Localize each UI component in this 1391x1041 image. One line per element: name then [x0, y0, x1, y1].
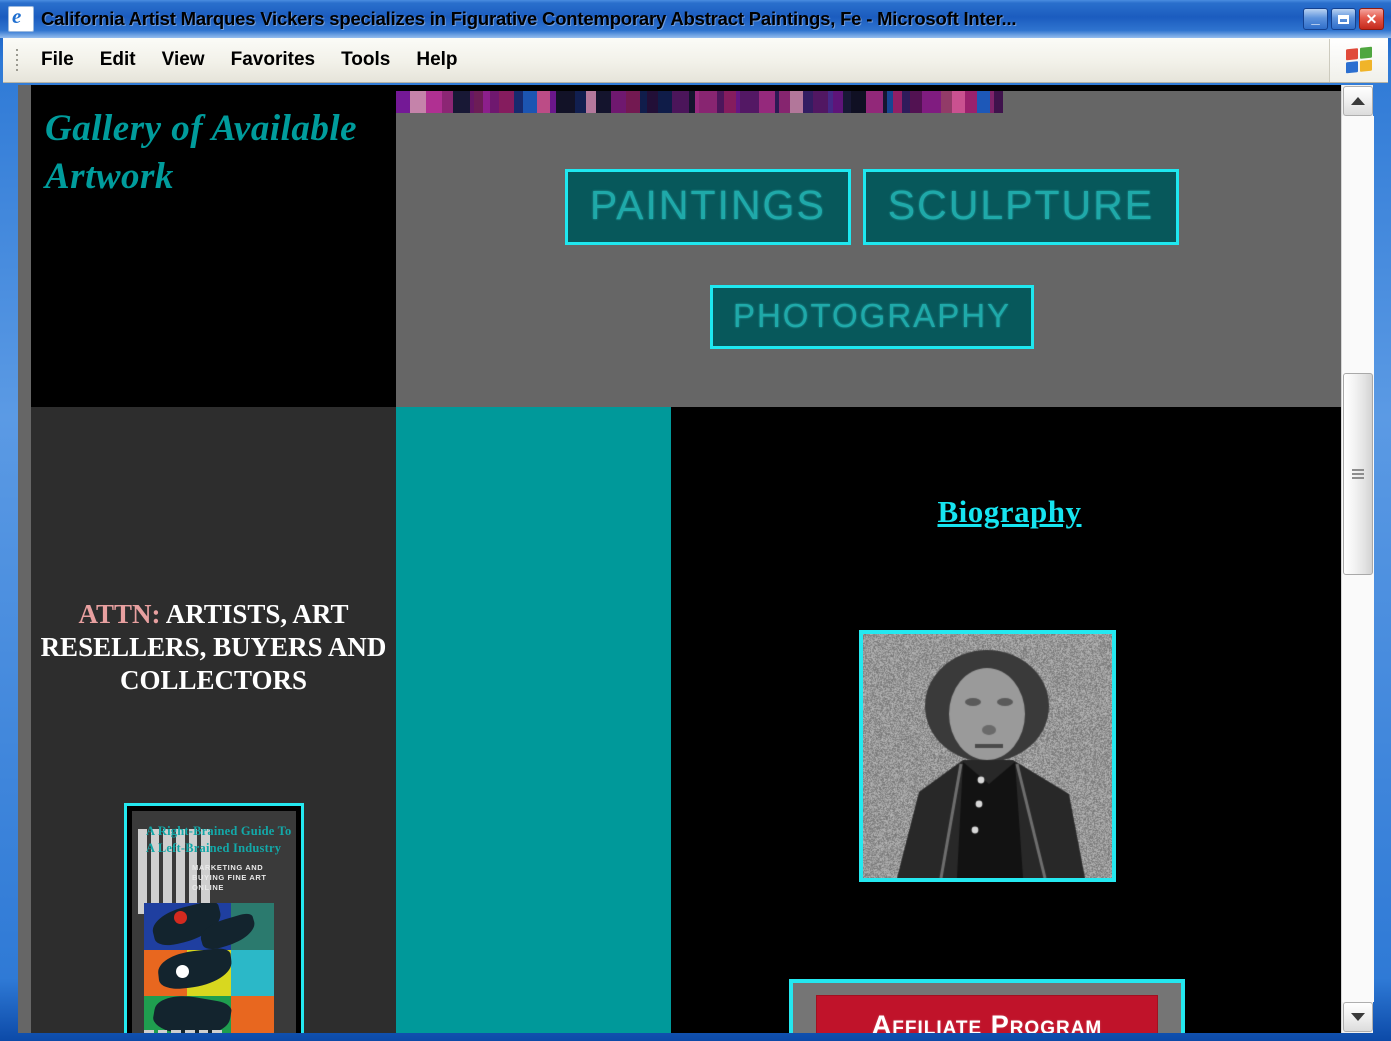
nav-button-paintings[interactable]: PAINTINGS — [565, 169, 851, 245]
lower-columns: ATTN: ARTISTS, ART RESELLERS, BUYERS AND… — [31, 407, 1348, 1033]
window-controls: _ ✕ — [1303, 8, 1391, 30]
close-icon: ✕ — [1360, 9, 1383, 29]
menu-item-tools[interactable]: Tools — [328, 46, 403, 74]
close-button[interactable]: ✕ — [1359, 8, 1384, 30]
title-bar: California Artist Marques Vickers specia… — [0, 0, 1391, 38]
nav-button-photography[interactable]: PHOTOGRAPHY — [710, 285, 1034, 349]
menu-item-help[interactable]: Help — [403, 46, 470, 74]
biography-section: Biography — [671, 494, 1348, 530]
gallery-heading-panel: Gallery of Available Artwork — [31, 91, 396, 407]
biography-link[interactable]: Biography — [937, 494, 1081, 529]
chevron-down-icon — [1351, 1013, 1365, 1021]
secondary-nav-row: PHOTOGRAPHY — [396, 285, 1348, 349]
book-cover-artwork — [144, 903, 274, 1033]
internet-explorer-icon — [8, 6, 34, 32]
attn-notice: ATTN: ARTISTS, ART RESELLERS, BUYERS AND… — [31, 598, 396, 697]
chevron-up-icon — [1351, 97, 1365, 105]
scrollbar-thumb[interactable] — [1343, 373, 1373, 575]
page-viewport: Gallery of Available Artwork PAINTINGS S… — [18, 85, 1348, 1033]
gallery-heading: Gallery of Available Artwork — [45, 105, 385, 201]
affiliate-program-banner: Affiliate Program — [816, 995, 1158, 1034]
web-page: Gallery of Available Artwork PAINTINGS S… — [18, 85, 1348, 1033]
book-cover-bars-bottom — [144, 1030, 222, 1033]
right-column: Biography Affiliate Program — [671, 407, 1348, 1033]
scroll-down-button[interactable] — [1343, 1002, 1373, 1032]
minimize-icon: _ — [1304, 9, 1327, 29]
abstract-art-banner-image — [396, 91, 1003, 113]
minimize-button[interactable]: _ — [1303, 8, 1328, 30]
book-title: A Right-Brained Guide To A Left-Brained … — [146, 823, 294, 857]
window-title: California Artist Marques Vickers specia… — [41, 8, 1303, 30]
maximize-icon — [1332, 9, 1355, 29]
affiliate-program-label: Affiliate Program — [872, 1010, 1103, 1033]
scroll-up-button[interactable] — [1343, 86, 1373, 116]
vertical-scrollbar[interactable] — [1341, 85, 1373, 1033]
menu-item-favorites[interactable]: Favorites — [218, 46, 328, 74]
menu-bar: File Edit View Favorites Tools Help — [3, 38, 1388, 83]
primary-nav-row: PAINTINGS SCULPTURE — [396, 169, 1348, 245]
windows-flag-icon — [1329, 39, 1388, 82]
browser-window: California Artist Marques Vickers specia… — [0, 0, 1391, 1041]
maximize-button[interactable] — [1331, 8, 1356, 30]
book-cover-image: A Right-Brained Guide To A Left-Brained … — [132, 811, 296, 1033]
teal-spacer-column — [396, 407, 671, 1033]
affiliate-program-button[interactable]: Affiliate Program — [789, 979, 1185, 1033]
nav-button-sculpture[interactable]: SCULPTURE — [863, 169, 1179, 245]
menu-item-edit[interactable]: Edit — [87, 46, 149, 74]
artist-portrait-image[interactable] — [859, 630, 1116, 882]
left-column: ATTN: ARTISTS, ART RESELLERS, BUYERS AND… — [31, 407, 396, 1033]
scrollbar-grip-icon — [1352, 469, 1364, 479]
menu-item-view[interactable]: View — [149, 46, 218, 74]
menu-grip-handle[interactable] — [12, 47, 22, 73]
attn-highlight: ATTN: — [79, 599, 161, 629]
book-subtitle: MARKETING AND BUYING FINE ART ONLINE — [192, 863, 288, 893]
menu-item-file[interactable]: File — [28, 46, 87, 74]
book-cover-link[interactable]: A Right-Brained Guide To A Left-Brained … — [124, 803, 304, 1033]
